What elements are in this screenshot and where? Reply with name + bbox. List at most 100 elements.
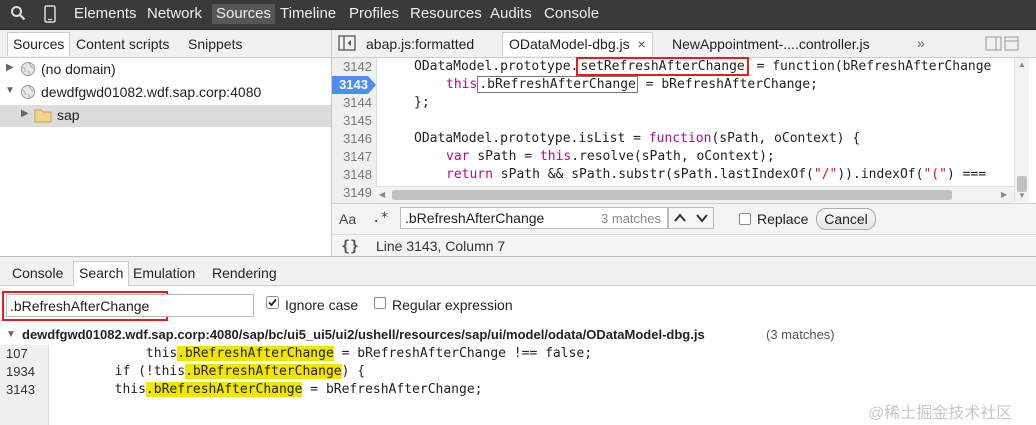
vertical-scrollbar[interactable]: ▲ ▼: [1014, 58, 1029, 202]
device-mode-icon[interactable]: [44, 5, 56, 27]
editor-status-bar: {} Line 3143, Column 7: [332, 234, 1036, 257]
scroll-right-icon[interactable]: ▶: [1001, 190, 1007, 199]
scroll-left-icon[interactable]: ◀: [379, 190, 385, 199]
regex-toggle[interactable]: .*: [372, 210, 389, 226]
tab-elements[interactable]: Elements: [74, 5, 137, 22]
match-case-toggle[interactable]: Aa: [339, 211, 356, 227]
code-token: function: [648, 131, 712, 146]
tree-item-host[interactable]: ▼ dewdfgwd01082.wdf.sap.corp:4080: [0, 82, 331, 104]
tab-resources[interactable]: Resources: [410, 5, 482, 22]
tree-item-no-domain[interactable]: ▶ (no domain): [0, 59, 331, 81]
code-token: = bRefreshAfterChange;: [637, 77, 818, 92]
code-token: if (!this: [52, 364, 186, 379]
drawer-tab-emulation[interactable]: Emulation: [133, 265, 195, 281]
line-number[interactable]: 3148: [332, 166, 372, 184]
drawer-tab-search[interactable]: Search: [73, 261, 130, 286]
drawer-tab-rendering[interactable]: Rendering: [212, 265, 277, 281]
code-token: = bRefreshAfterChange;: [302, 382, 483, 397]
code-token: this: [446, 77, 478, 92]
cursor-position: Line 3143, Column 7: [376, 238, 506, 254]
inspect-search-icon[interactable]: [10, 5, 26, 25]
find-match-count: 3 matches: [601, 211, 661, 226]
expand-right-icon[interactable]: ▶: [21, 108, 29, 119]
toggle-debugger-icon[interactable]: [985, 36, 1019, 54]
code-line: ODataModel.prototype.isList = function(s…: [414, 130, 860, 148]
cancel-button[interactable]: Cancel: [816, 208, 876, 230]
folder-icon: [34, 108, 52, 126]
find-next-icon[interactable]: [696, 211, 708, 227]
horizontal-scroll-thumb[interactable]: [392, 190, 952, 200]
result-file-match-count: (3 matches): [766, 327, 835, 342]
expand-down-icon[interactable]: ▼: [6, 329, 16, 340]
code-token: this: [539, 149, 572, 164]
code-line: };: [414, 95, 430, 110]
line-number[interactable]: 3145: [332, 112, 372, 130]
tab-content-scripts[interactable]: Content scripts: [76, 36, 169, 52]
find-previous-icon[interactable]: [674, 211, 686, 227]
search-result-row[interactable]: 3143 this.bRefreshAfterChange = bRefresh…: [0, 381, 1036, 399]
line-number[interactable]: 3142: [332, 58, 372, 76]
drawer-tab-console[interactable]: Console: [12, 265, 63, 281]
highlight-box-setter: setRefreshAfterChange: [576, 57, 749, 76]
replace-label: Replace: [757, 211, 809, 227]
scroll-up-icon[interactable]: ▲: [1018, 60, 1026, 69]
line-number[interactable]: 3144: [332, 94, 372, 112]
main-toolbar: Elements Network Sources Timeline Profil…: [0, 0, 1036, 30]
vertical-scroll-thumb[interactable]: [1017, 176, 1027, 192]
find-input[interactable]: .bRefreshAfterChange 3 matches: [400, 207, 668, 229]
editor-tab-abap[interactable]: abap.js:formatted: [366, 36, 474, 52]
search-result-row[interactable]: 1934 if (!this.bRefreshAfterChange) {: [0, 363, 1036, 381]
tab-navigator-sources[interactable]: Sources: [7, 32, 71, 56]
tab-profiles[interactable]: Profiles: [349, 5, 399, 22]
close-tab-icon[interactable]: ×: [638, 36, 646, 52]
replace-checkbox[interactable]: [739, 213, 751, 225]
expand-right-icon[interactable]: ▶: [6, 62, 14, 73]
code-line: this .bRefreshAfterChange = bRefreshAfter…: [446, 76, 818, 94]
line-number[interactable]: 3146: [332, 130, 372, 148]
tree-item-sap-folder[interactable]: ▶ sap: [0, 105, 331, 127]
source-editor: abap.js:formatted OData‌Model-dbg.js × N…: [332, 30, 1036, 257]
tree-item-label: (no domain): [41, 61, 116, 77]
search-result-file[interactable]: ▼ dewdfgwd01082.wdf.sap.corp:4080/sap/bc…: [0, 325, 1036, 345]
drawer-tabs: Console Search Emulation Rendering: [0, 257, 1036, 286]
search-match-box: .bRefreshAfterChange: [477, 76, 638, 93]
line-gutter: 3142 3143 3144 3145 3146 3147 3148 3149: [332, 58, 377, 203]
result-code: this.bRefreshAfterChange = bRefreshAfter…: [52, 381, 482, 399]
code-token: setRefreshAfterChange: [580, 59, 745, 74]
editor-tabs: abap.js:formatted OData‌Model-dbg.js × N…: [332, 30, 1036, 58]
editor-tab-odatamodel[interactable]: OData‌Model-dbg.js ×: [502, 32, 653, 56]
code-token: var: [446, 149, 470, 164]
code-token: this: [52, 382, 146, 397]
expand-down-icon[interactable]: ▼: [5, 85, 15, 96]
tab-network[interactable]: Network: [147, 5, 202, 22]
horizontal-scrollbar[interactable]: ◀ ▶: [376, 186, 1014, 203]
match-highlight: .bRefreshAfterChange: [185, 364, 342, 379]
tabs-overflow-icon[interactable]: »: [917, 35, 925, 51]
tab-sources[interactable]: Sources: [212, 4, 276, 24]
result-code: this.bRefreshAfterChange = bRefreshAfter…: [52, 345, 592, 363]
code-line: ODataModel.prototype. setRefreshAfterChan…: [414, 57, 992, 76]
toggle-navigator-icon[interactable]: [338, 35, 356, 54]
editor-tab-newappointment[interactable]: NewAppointment-....controller.js: [672, 36, 870, 52]
pretty-print-icon[interactable]: {}: [341, 237, 359, 255]
code-token: = function(bRefreshAfterChange: [748, 59, 992, 74]
result-file-path: dewdfgwd01082.wdf.sap.corp:4080/sap/bc/u…: [22, 327, 705, 342]
tab-timeline[interactable]: Timeline: [280, 5, 336, 22]
code-token: return: [446, 167, 493, 182]
sources-navigator: Sources Content scripts Snippets ▶ (no d…: [0, 30, 332, 256]
search-input[interactable]: .bRefreshAfterChange: [6, 294, 254, 317]
drawer-panel: Console Search Emulation Rendering .bRef…: [0, 256, 1036, 425]
ignore-case-checkbox[interactable]: [266, 296, 279, 312]
tab-audits[interactable]: Audits: [490, 5, 532, 22]
scroll-down-icon[interactable]: ▼: [1018, 191, 1026, 200]
line-number[interactable]: 3149: [332, 184, 372, 202]
regex-checkbox[interactable]: [374, 297, 386, 309]
code-token: ODataModel.prototype.: [414, 59, 579, 74]
search-result-row[interactable]: 107 this.bRefreshAfterChange = bRefreshA…: [0, 345, 1036, 363]
tab-snippets[interactable]: Snippets: [188, 36, 242, 52]
find-bar: Aa .* .bRefreshAfterChange 3 matches Rep…: [332, 203, 1036, 234]
line-number-breakpoint[interactable]: 3143: [332, 76, 368, 94]
result-gutter-filler: [0, 399, 49, 425]
tab-console[interactable]: Console: [544, 5, 599, 22]
line-number[interactable]: 3147: [332, 148, 372, 166]
